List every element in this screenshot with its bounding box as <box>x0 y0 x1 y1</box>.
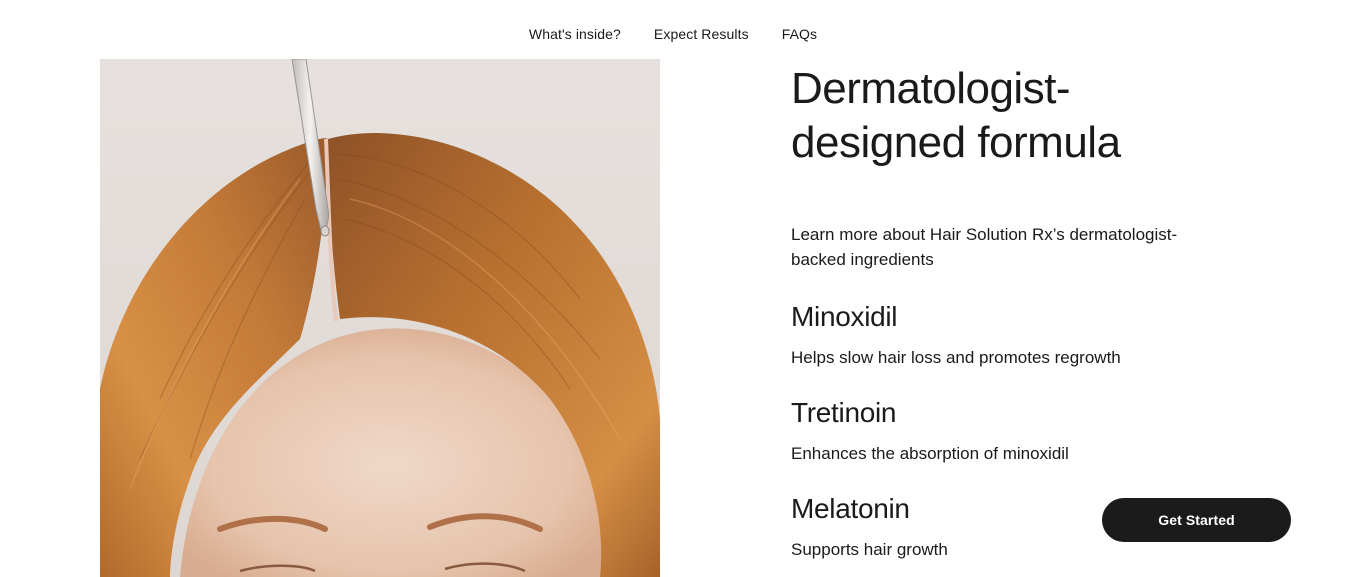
ingredient-name: Minoxidil <box>791 301 898 332</box>
nav-link-faqs[interactable]: FAQs <box>781 22 817 46</box>
nav-link-expect-results[interactable]: Expect Results <box>653 22 749 46</box>
top-nav: What's inside? Expect Results FAQs <box>0 22 1345 46</box>
ingredient-name: Tretinoin <box>791 397 897 428</box>
section-headline: Dermatologist- designed formula <box>791 62 1231 170</box>
ingredient-tretinoin: Tretinoin Enhances the absorption of min… <box>791 396 1231 466</box>
formula-section: Dermatologist- designed formula Learn mo… <box>791 62 1231 562</box>
headline-line-2: designed formula <box>791 118 1121 167</box>
hero-photo-illustration <box>100 59 660 577</box>
ingredient-description: Helps slow hair loss and promotes regrow… <box>791 348 1121 367</box>
ingredient-minoxidil: Minoxidil Helps slow hair loss and promo… <box>791 300 1231 370</box>
section-intro: Learn more about Hair Solution Rx’s derm… <box>791 225 1178 269</box>
get-started-button[interactable]: Get Started <box>1102 498 1291 542</box>
ingredient-description: Enhances the absorption of minoxidil <box>791 444 1069 463</box>
hero-image <box>100 59 660 577</box>
page: What's inside? Expect Results FAQs Derma… <box>0 0 1345 577</box>
headline-line-1: Dermatologist- <box>791 64 1071 113</box>
nav-link-whats-inside[interactable]: What's inside? <box>528 22 621 46</box>
